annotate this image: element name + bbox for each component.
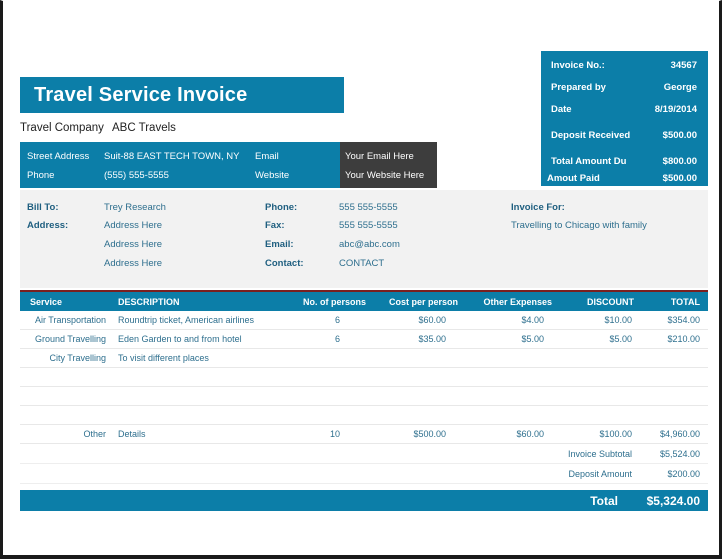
cell-other-expenses: $5.00 [521, 334, 544, 344]
table-row: Ground Travelling Eden Garden to and fro… [20, 330, 708, 349]
table-row: Air Transportation Roundtrip ticket, Ame… [20, 311, 708, 330]
company-line: Travel Company ABC Travels [20, 122, 176, 134]
cell-total: $210.00 [667, 334, 700, 344]
table-header-row: Service DESCRIPTION No. of persons Cost … [20, 290, 708, 311]
invoice-info-row: Invoice No.: 34567 [541, 60, 708, 74]
cell-persons: 6 [334, 315, 340, 325]
cell-discount: $5.00 [609, 334, 632, 344]
bill-to-contact-label: Contact: [265, 258, 304, 269]
invoice-info-row: Deposit Received $500.00 [541, 130, 708, 144]
date-label: Date [551, 104, 572, 115]
cell-description: To visit different places [118, 353, 209, 363]
bill-to-address-line-2: Address Here [104, 239, 163, 250]
page-title: Travel Service Invoice [34, 83, 248, 106]
cell-cost: $60.00 [418, 315, 446, 325]
table-row [20, 387, 708, 406]
bill-to-phone-value: 555 555-5555 [339, 202, 398, 213]
cell-persons: 6 [334, 334, 340, 344]
invoice-sheet: Travel Service Invoice Travel Company AB… [3, 1, 719, 555]
prepared-by-label: Prepared by [551, 82, 606, 93]
email-value[interactable]: Your Email Here [345, 151, 414, 162]
invoice-for-label: Invoice For: [511, 202, 565, 213]
invoice-page: Travel Service Invoice Travel Company AB… [0, 0, 722, 559]
website-value[interactable]: Your Website Here [345, 170, 424, 181]
invoice-subtotal-value: $5,524.00 [659, 448, 700, 459]
cell-service: Air Transportation [34, 315, 106, 325]
cell-other-expenses: $60.00 [516, 429, 544, 439]
invoice-info-row: Total Amount Du $800.00 [541, 156, 708, 170]
table-row [20, 406, 708, 425]
bill-to-label: Bill To: [27, 202, 59, 213]
bill-to-address-label: Address: [27, 220, 69, 231]
email-label: Email [255, 151, 279, 162]
summary-row-deposit: Deposit Amount $200.00 [20, 464, 708, 484]
bill-to-address-line-3: Address Here [104, 258, 163, 269]
cell-discount: $10.00 [604, 315, 632, 325]
cell-discount: $100.00 [599, 429, 632, 439]
summary-row-subtotal: Invoice Subtotal $5,524.00 [20, 444, 708, 464]
cell-service: Other [83, 429, 106, 439]
total-amount-due-label: Total Amount Du [551, 156, 627, 167]
street-address-value: Suit-88 EAST TECH TOWN, NY [104, 151, 240, 162]
grand-total-label: Total [590, 493, 618, 508]
cell-service: Ground Travelling [34, 334, 106, 344]
table-row: City Travelling To visit different place… [20, 349, 708, 368]
bill-to-phone-label: Phone: [265, 202, 298, 213]
grand-total-bar: Total $5,324.00 [20, 490, 708, 511]
bill-to-fax-label: Fax: [265, 220, 285, 231]
cell-total: $354.00 [667, 315, 700, 325]
cell-persons: 10 [329, 429, 340, 439]
company-name: ABC Travels [112, 122, 176, 134]
prepared-by-value: George [663, 82, 697, 93]
cell-total: $4,960.00 [659, 429, 700, 439]
cell-description: Roundtrip ticket, American airlines [118, 315, 255, 325]
bill-to-email-label: Email: [265, 239, 294, 250]
table-row [20, 368, 708, 387]
deposit-amount-label: Deposit Amount [568, 468, 632, 479]
date-value: 8/19/2014 [654, 104, 697, 115]
bill-to-address-line-1: Address Here [104, 220, 163, 231]
column-header-total: TOTAL [670, 296, 700, 307]
invoice-no-label: Invoice No.: [551, 60, 605, 71]
cell-service: City Travelling [49, 353, 106, 363]
address-dark-block [340, 142, 437, 188]
cell-cost: $500.00 [413, 429, 446, 439]
invoice-info-row: Prepared by George [541, 82, 708, 96]
column-header-service: Service [30, 296, 63, 307]
phone-value: (555) 555-5555 [104, 170, 169, 181]
column-header-discount: DISCOUNT [587, 296, 634, 307]
invoice-info-row: Date 8/19/2014 [541, 104, 708, 118]
website-label: Website [255, 170, 290, 181]
table-row: Other Details 10 $500.00 $60.00 $100.00 … [20, 425, 708, 444]
bill-to-fax-value: 555 555-5555 [339, 220, 398, 231]
bill-to-email-value[interactable]: abc@abc.com [339, 239, 400, 250]
phone-label: Phone [27, 170, 55, 181]
amount-paid-label: Amout Paid [547, 173, 600, 184]
grand-total-value: $5,324.00 [646, 493, 700, 508]
invoice-no-value: 34567 [670, 60, 697, 71]
amount-paid-value: $500.00 [662, 173, 697, 184]
cell-cost: $35.00 [418, 334, 446, 344]
column-header-description: DESCRIPTION [118, 296, 180, 307]
cell-other-expenses: $4.00 [521, 315, 544, 325]
total-amount-due-value: $800.00 [662, 156, 697, 167]
bill-to-contact-value[interactable]: CONTACT [339, 258, 384, 269]
invoice-info-box: Invoice No.: 34567 Prepared by George Da… [541, 51, 708, 186]
invoice-for-value: Travelling to Chicago with family [511, 220, 647, 231]
deposit-received-label: Deposit Received [551, 130, 631, 141]
title-banner: Travel Service Invoice [20, 77, 344, 113]
column-header-other-expenses: Other Expenses [483, 296, 552, 307]
cell-description: Details [118, 429, 146, 439]
column-header-cost: Cost per person [388, 296, 458, 307]
column-header-persons: No. of persons [302, 296, 366, 307]
deposit-amount-value: $200.00 [667, 468, 700, 479]
street-address-label: Street Address [27, 151, 90, 162]
company-label: Travel Company [20, 122, 104, 134]
cell-description: Eden Garden to and from hotel [118, 334, 242, 344]
bill-to-name: Trey Research [104, 202, 166, 213]
deposit-received-value: $500.00 [662, 130, 697, 141]
items-table: Service DESCRIPTION No. of persons Cost … [20, 290, 708, 511]
invoice-subtotal-label: Invoice Subtotal [567, 448, 632, 459]
invoice-info-row: Amout Paid $500.00 [541, 173, 708, 187]
